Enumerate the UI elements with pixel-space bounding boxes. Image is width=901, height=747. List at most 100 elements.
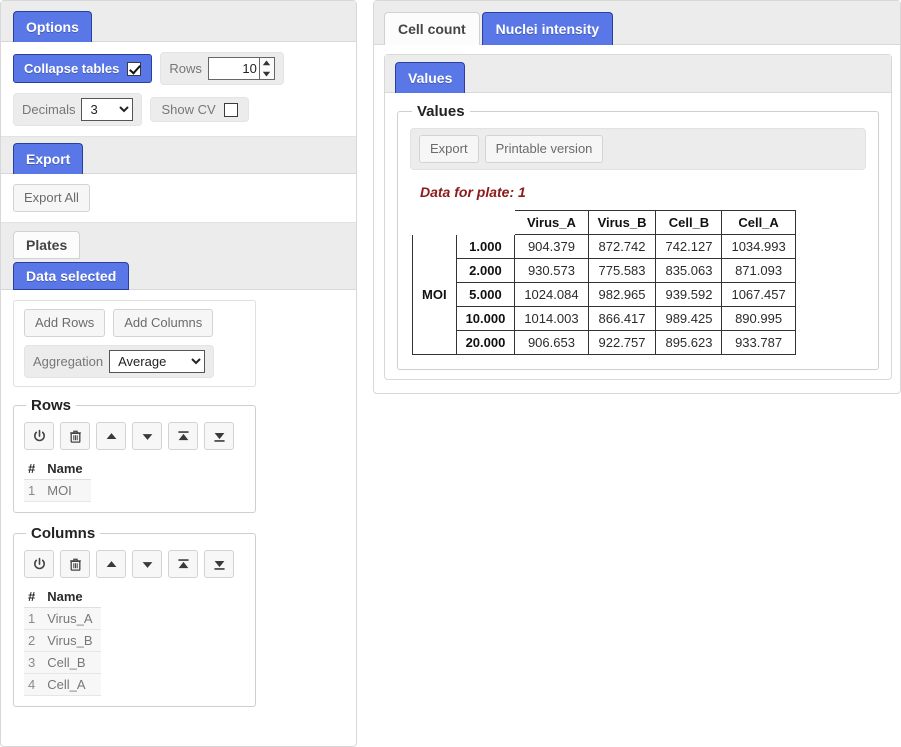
move-to-bottom-icon[interactable]	[204, 550, 234, 578]
values-table-header: Virus_A Virus_B Cell_B Cell_A	[413, 210, 796, 235]
columns-icon-toolbar	[24, 550, 245, 578]
add-aggregation-card: Add Rows Add Columns Aggregation Average…	[13, 300, 256, 387]
table-row: 5.000 1024.084 982.965 939.592 1067.457	[413, 282, 796, 307]
tab-nuclei-intensity[interactable]: Nuclei intensity	[481, 12, 614, 45]
collapse-tables-toggle[interactable]: Collapse tables	[13, 54, 153, 83]
rows-input[interactable]	[207, 57, 260, 80]
data-table-row-header: 20.000	[455, 330, 516, 355]
data-table-cell: 1024.084	[514, 282, 589, 307]
list-item[interactable]: 3 Cell_B	[24, 651, 101, 674]
aggregation-select[interactable]: AverageMedianSumMinMax	[109, 350, 206, 373]
power-icon[interactable]	[24, 422, 54, 450]
data-table-corner	[413, 211, 515, 235]
list-item[interactable]: 2 Virus_B	[24, 629, 101, 652]
printable-version-button[interactable]: Printable version	[484, 135, 604, 163]
data-table-column-header: Virus_B	[587, 210, 657, 235]
data-table-cell: 982.965	[587, 282, 657, 307]
values-fieldset: Values Export Printable version Data for…	[397, 103, 879, 370]
rows-name-header: # Name	[24, 458, 91, 480]
columns-name-table: # Name 1 Virus_A 2 Virus_B 3 Cell_B 4 Cell_A	[24, 586, 101, 696]
rows-name-body: 1 MOI	[24, 479, 91, 502]
tab-options[interactable]: Options	[13, 11, 92, 42]
plates-data-tabbar: Plates Data selected	[1, 222, 356, 290]
list-item[interactable]: 1 MOI	[24, 479, 91, 502]
add-rows-button[interactable]: Add Rows	[24, 309, 106, 337]
tab-export[interactable]: Export	[13, 143, 84, 174]
data-table-row-axis-label: MOI	[412, 234, 457, 355]
arrow-up-icon[interactable]	[96, 550, 126, 578]
data-table-cell: 835.063	[655, 258, 723, 283]
table-row: MOI 1.000 904.379 872.742 742.127 1034.993	[412, 234, 796, 355]
columns-name-body: 1 Virus_A 2 Virus_B 3 Cell_B 4 Cell_A	[24, 607, 101, 696]
tab-plates[interactable]: Plates	[13, 231, 81, 259]
export-body: Export All	[1, 174, 356, 222]
arrow-down-icon[interactable]	[132, 422, 162, 450]
data-table-cell: 930.573	[514, 258, 589, 283]
results-tabbar: Cell count Nuclei intensity	[374, 1, 900, 45]
decimals-select[interactable]: 012345	[81, 98, 134, 121]
show-cv-checkbox[interactable]	[223, 102, 238, 117]
arrow-up-icon[interactable]	[96, 422, 126, 450]
rows-icon-toolbar	[24, 422, 245, 450]
list-item-index: 4	[24, 673, 44, 696]
table-row: 10.000 1014.003 866.417 989.425 890.995	[413, 306, 796, 331]
tab-values[interactable]: Values	[395, 62, 466, 93]
list-item[interactable]: 1 Virus_A	[24, 607, 101, 630]
list-item-name: Virus_B	[43, 629, 101, 652]
decimals-label: Decimals	[22, 102, 76, 117]
data-table-row-header: 5.000	[455, 282, 516, 307]
data-table-cell: 939.592	[655, 282, 723, 307]
data-table-cell: 1014.003	[514, 306, 589, 331]
data-table-column-header: Cell_B	[655, 210, 723, 235]
rows-label: Rows	[169, 61, 202, 76]
data-table-cell: 895.623	[655, 330, 723, 355]
trash-icon[interactable]	[60, 422, 90, 450]
export-all-button[interactable]: Export All	[13, 184, 90, 212]
tab-cell-count[interactable]: Cell count	[384, 12, 480, 45]
arrow-down-icon[interactable]	[132, 550, 162, 578]
data-table-cell: 866.417	[587, 306, 657, 331]
move-to-bottom-icon[interactable]	[204, 422, 234, 450]
move-to-top-icon[interactable]	[168, 550, 198, 578]
add-columns-button[interactable]: Add Columns	[113, 309, 214, 337]
list-item-name: Cell_A	[43, 673, 101, 696]
list-item-index: 1	[24, 479, 44, 502]
decimals-control: Decimals 012345	[13, 93, 143, 126]
data-table-row-header: 2.000	[455, 258, 516, 283]
power-icon[interactable]	[24, 550, 54, 578]
data-table-cell: 890.995	[721, 306, 796, 331]
rows-spinner[interactable]	[259, 57, 275, 80]
list-item-name: MOI	[43, 479, 91, 502]
rows-control: Rows	[160, 52, 284, 85]
values-export-button[interactable]: Export	[419, 135, 479, 163]
move-to-top-icon[interactable]	[168, 422, 198, 450]
data-selected-body: Add Rows Add Columns Aggregation Average…	[1, 290, 356, 717]
name-list-header-cell: Name	[43, 458, 91, 480]
data-table-cell: 933.787	[721, 330, 796, 355]
aggregation-control: Aggregation AverageMedianSumMinMax	[24, 345, 215, 378]
values-fieldset-legend: Values	[417, 103, 465, 120]
rows-spinner-down[interactable]	[260, 69, 274, 80]
list-item[interactable]: 4 Cell_A	[24, 673, 101, 696]
data-table-cell: 922.757	[587, 330, 657, 355]
plate-caption: Data for plate: 1	[420, 184, 526, 200]
values-table-body: MOI 1.000 904.379 872.742 742.127 1034.993 2.0…	[412, 234, 796, 355]
list-item-index: 2	[24, 629, 44, 652]
data-table-cell: 775.583	[587, 258, 657, 283]
options-body: Collapse tables Rows 10 Decimals 3 Show …	[1, 42, 356, 136]
columns-name-header: # Name	[24, 586, 101, 608]
table-row: 20.000 906.653 922.757 895.623 933.787	[413, 330, 796, 355]
show-cv-control[interactable]: Show CV	[150, 97, 249, 122]
data-table-cell: 904.379	[514, 234, 589, 259]
data-table-cell: 1067.457	[721, 282, 796, 307]
name-list-header-cell: #	[24, 586, 44, 608]
collapse-tables-checkbox[interactable]	[127, 61, 142, 76]
show-cv-label: Show CV	[161, 102, 216, 117]
collapse-tables-label: Collapse tables	[24, 61, 120, 76]
trash-icon[interactable]	[60, 550, 90, 578]
list-item-index: 3	[24, 651, 44, 674]
tab-data-selected[interactable]: Data selected	[13, 262, 130, 290]
rows-spinner-up[interactable]	[260, 58, 274, 69]
chevron-up-icon	[263, 60, 271, 66]
values-panel: Values Values Export Printable version D…	[384, 54, 892, 380]
